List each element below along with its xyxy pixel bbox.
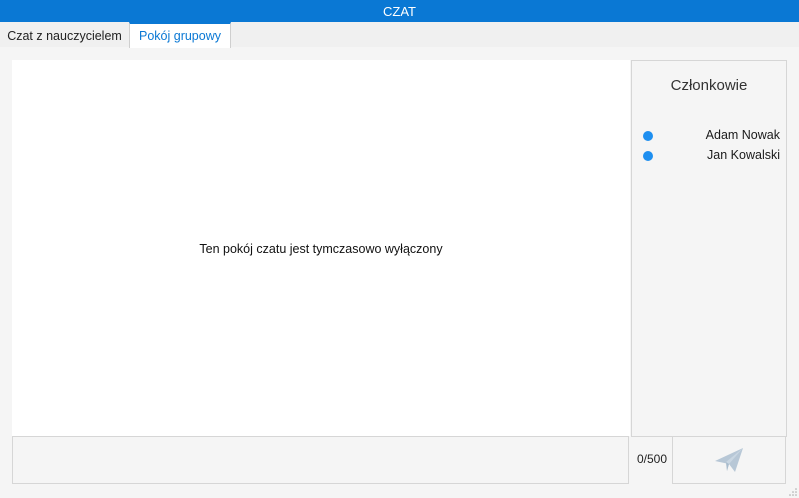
online-status-icon — [643, 151, 653, 161]
window-title: CZAT — [383, 3, 416, 19]
paper-plane-icon — [715, 448, 743, 472]
online-status-icon — [643, 131, 653, 141]
message-input[interactable] — [12, 436, 629, 484]
character-counter: 0/500 — [636, 452, 668, 466]
tab-content: Ten pokój czatu jest tymczasowo wyłączon… — [0, 47, 799, 498]
window-titlebar: CZAT — [0, 0, 799, 22]
tab-bar: Czat z nauczycielem Pokój grupowy — [0, 22, 799, 48]
member-name: Jan Kowalski — [707, 148, 780, 162]
tab-teacher-chat-label: Czat z nauczycielem — [7, 28, 122, 43]
member-name: Adam Nowak — [705, 128, 780, 142]
members-panel: Członkowie Adam Nowak Jan Kowalski — [631, 60, 787, 437]
chat-disabled-message: Ten pokój czatu jest tymczasowo wyłączon… — [199, 242, 443, 256]
member-item[interactable]: Jan Kowalski — [632, 147, 786, 165]
member-item[interactable]: Adam Nowak — [632, 127, 786, 145]
send-button[interactable] — [672, 436, 786, 484]
tab-group-room-label: Pokój grupowy — [139, 29, 221, 43]
tab-group-room[interactable]: Pokój grupowy — [129, 22, 231, 48]
chat-message-area: Ten pokój czatu jest tymczasowo wyłączon… — [12, 60, 630, 436]
resize-grip-icon[interactable] — [789, 488, 797, 496]
tab-teacher-chat[interactable]: Czat z nauczycielem — [1, 24, 128, 47]
members-title: Członkowie — [670, 77, 748, 94]
